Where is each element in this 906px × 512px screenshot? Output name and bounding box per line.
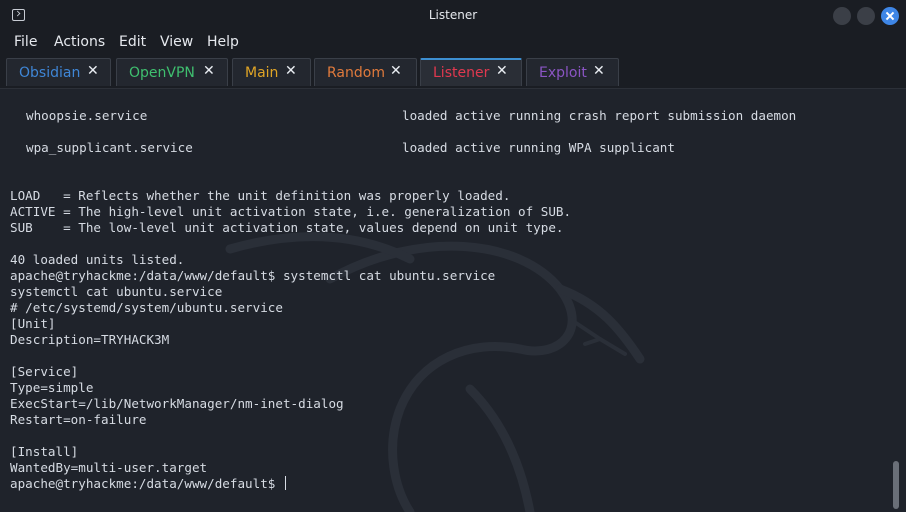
terminal-line: ACTIVE = The high-level unit activation …: [10, 204, 572, 219]
menu-actions[interactable]: Actions: [54, 34, 105, 50]
terminal-prompt: apache@tryhackme:/data/www/default$: [10, 476, 283, 491]
tab-close-icon[interactable]: ✕: [87, 63, 99, 79]
tab-close-icon[interactable]: ✕: [203, 63, 215, 79]
menu-edit[interactable]: Edit: [119, 34, 146, 50]
maximize-button[interactable]: [857, 7, 875, 25]
tab-random[interactable]: Random ✕: [314, 58, 417, 86]
scrollbar-thumb[interactable]: [893, 461, 899, 509]
tab-bar: Obsidian ✕ OpenVPN ✕ Main ✕ Random ✕ Lis…: [0, 55, 906, 89]
terminal-prompt-line[interactable]: apache@tryhackme:/data/www/default$: [10, 476, 286, 492]
title-bar: Listener: [0, 0, 906, 31]
tab-label: Listener: [433, 65, 490, 81]
service-unit: whoopsie.service: [26, 108, 148, 123]
terminal-line: [Install]: [10, 444, 79, 459]
tab-label: Obsidian: [19, 65, 81, 81]
terminal-window: Listener File Actions Edit View Help Obs…: [0, 0, 906, 512]
tab-close-icon[interactable]: ✕: [496, 63, 508, 79]
terminal-line: [Unit]: [10, 316, 56, 331]
close-window-button[interactable]: [881, 7, 899, 25]
terminal-line: 40 loaded units listed.: [10, 252, 185, 267]
tab-label: OpenVPN: [129, 65, 195, 81]
tab-label: Main: [245, 65, 279, 81]
terminal-line: [Service]: [10, 364, 79, 379]
service-status: loaded active running WPA supplicant: [402, 140, 675, 155]
tab-close-icon[interactable]: ✕: [390, 63, 402, 79]
terminal-line: SUB = The low-level unit activation stat…: [10, 220, 564, 235]
terminal-line: Restart=on-failure: [10, 412, 147, 427]
tab-close-icon[interactable]: ✕: [285, 63, 297, 79]
tab-exploit[interactable]: Exploit ✕: [526, 58, 619, 86]
terminal-line: WantedBy=multi-user.target: [10, 460, 208, 475]
terminal-output[interactable]: whoopsie.service loaded active running c…: [0, 89, 906, 512]
terminal-line: Description=TRYHACK3M: [10, 332, 170, 347]
terminal-line: Type=simple: [10, 380, 94, 395]
menu-view[interactable]: View: [160, 34, 193, 50]
tab-label: Random: [327, 65, 385, 81]
minimize-button[interactable]: [833, 7, 851, 25]
tab-close-icon[interactable]: ✕: [593, 63, 605, 79]
tab-obsidian[interactable]: Obsidian ✕: [6, 58, 111, 86]
tab-main[interactable]: Main ✕: [232, 58, 311, 86]
tab-label: Exploit: [539, 65, 587, 81]
menu-help[interactable]: Help: [207, 34, 239, 50]
menu-file[interactable]: File: [14, 34, 37, 50]
service-status: loaded active running crash report submi…: [402, 108, 797, 123]
terminal-line: apache@tryhackme:/data/www/default$ syst…: [10, 268, 496, 283]
terminal-line: LOAD = Reflects whether the unit definit…: [10, 188, 511, 203]
tab-listener[interactable]: Listener ✕: [420, 58, 522, 86]
menu-bar: File Actions Edit View Help: [0, 31, 906, 55]
service-unit: wpa_supplicant.service: [26, 140, 193, 155]
terminal-line: # /etc/systemd/system/ubuntu.service: [10, 300, 283, 315]
terminal-line: ExecStart=/lib/NetworkManager/nm-inet-di…: [10, 396, 344, 411]
text-cursor: [284, 476, 286, 490]
terminal-line: systemctl cat ubuntu.service: [10, 284, 223, 299]
tab-openvpn[interactable]: OpenVPN ✕: [116, 58, 228, 86]
window-title: Listener: [428, 8, 478, 22]
